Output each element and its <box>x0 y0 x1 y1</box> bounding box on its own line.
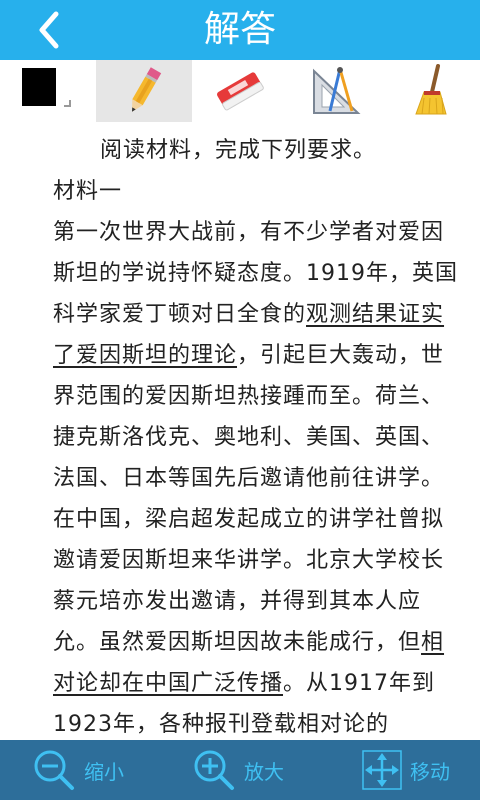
zoom-in-icon <box>194 750 234 790</box>
eraser-tool[interactable] <box>192 60 288 122</box>
question-instruction: 阅读材料，完成下列要求。 <box>100 138 377 163</box>
move-arrows-icon <box>362 750 402 790</box>
text-segment: ，引起巨大轰动，世界范围的爱因斯坦热接踵而至。荷兰、捷克斯洛伐克、奥地利、美国、… <box>53 343 445 655</box>
answer-content: 阅读材料，完成下列要求。 材料一 第一次世界大战前，有不少学者对爱因斯坦的学说持… <box>0 130 480 740</box>
material-title: 材料一 <box>53 179 123 204</box>
zoom-out-label: 缩小 <box>84 759 124 784</box>
ruler-compass-icon <box>313 67 361 114</box>
move-label: 移动 <box>410 759 450 784</box>
zoom-in-button[interactable]: 放大 <box>192 740 284 800</box>
bottom-bar: 缩小 放大 移动 <box>0 740 480 800</box>
pencil-icon <box>132 67 162 112</box>
zoom-out-icon <box>34 750 74 790</box>
eraser-icon <box>217 72 264 111</box>
move-button[interactable]: 移动 <box>362 740 450 800</box>
header-bar: 解答 <box>0 0 480 60</box>
drawing-toolbar <box>0 60 480 122</box>
zoom-in-label: 放大 <box>244 759 284 784</box>
color-swatch-icon <box>22 68 71 107</box>
broom-tool[interactable] <box>384 60 480 122</box>
material-paragraph: 第一次世界大战前，有不少学者对爱因斯坦的学说持怀疑态度。1919年，英国科学家爱… <box>0 212 480 740</box>
zoom-out-button[interactable]: 缩小 <box>32 740 124 800</box>
pencil-tool[interactable] <box>96 60 192 122</box>
broom-icon <box>415 64 447 115</box>
color-picker-tool[interactable] <box>0 60 96 122</box>
geometry-tool[interactable] <box>288 60 384 122</box>
page-title: 解答 <box>203 9 276 50</box>
